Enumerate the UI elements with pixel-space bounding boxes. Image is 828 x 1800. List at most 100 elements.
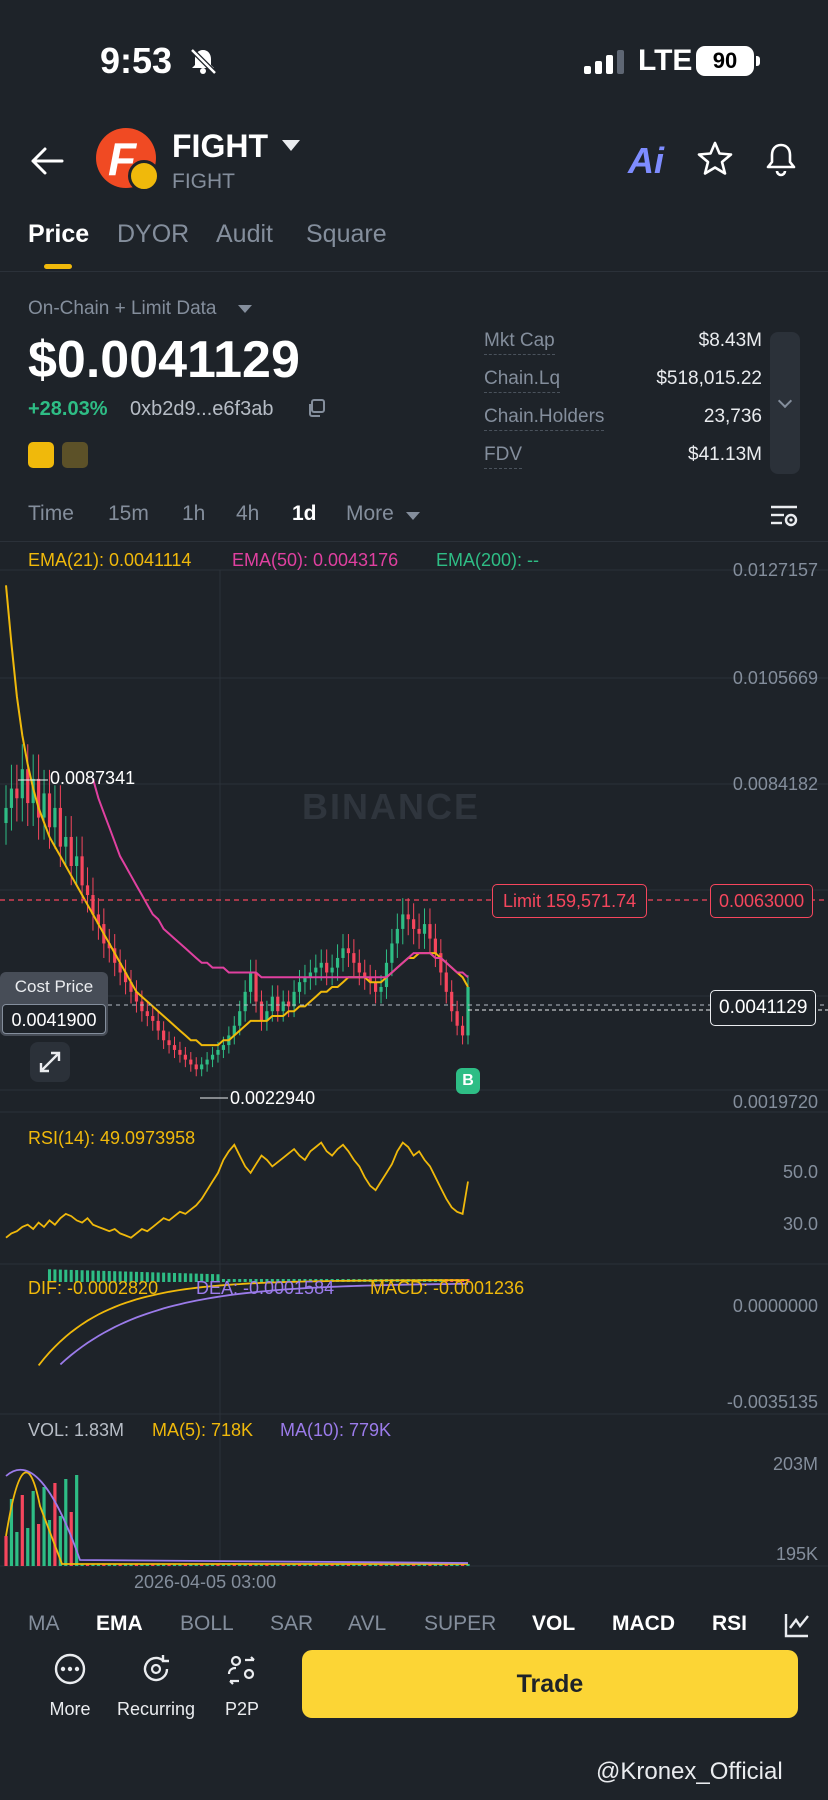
price-chart[interactable] bbox=[0, 542, 828, 1602]
tab-square[interactable]: Square bbox=[306, 220, 387, 249]
candle-body bbox=[140, 1001, 144, 1012]
indicator-tab-boll[interactable]: BOLL bbox=[180, 1612, 234, 1636]
crosshair-date-label: 2026-04-05 03:00 bbox=[134, 1572, 277, 1592]
bottom-p2p-button[interactable]: P2P bbox=[206, 1652, 278, 1720]
candle-body bbox=[151, 1016, 155, 1021]
timeframe-time[interactable]: Time bbox=[28, 502, 74, 526]
timeframe-1d[interactable]: 1d bbox=[292, 502, 317, 526]
data-source-selector[interactable]: On-Chain + Limit Data bbox=[28, 298, 217, 320]
indicator-tab-sar[interactable]: SAR bbox=[270, 1612, 313, 1636]
candle-body bbox=[319, 962, 323, 968]
candle-body bbox=[254, 972, 258, 1002]
candle-body bbox=[314, 967, 318, 973]
low-price-label: 0.0022940 bbox=[230, 1088, 316, 1108]
recurring-icon bbox=[143, 1655, 169, 1682]
indicator-tab-macd[interactable]: MACD bbox=[612, 1612, 675, 1636]
candle-body bbox=[357, 962, 361, 973]
candle-body bbox=[401, 914, 405, 929]
token-name[interactable]: FIGHT bbox=[172, 128, 268, 165]
tab-audit[interactable]: Audit bbox=[216, 220, 273, 249]
candle-body bbox=[162, 1030, 166, 1041]
footer-handle: @Kronex_Official bbox=[596, 1758, 783, 1785]
more-dots-icon bbox=[54, 1653, 86, 1685]
security-badge-icon bbox=[62, 442, 88, 468]
p2p-icon bbox=[227, 1655, 255, 1685]
rsi-tick: 50.0 bbox=[782, 1162, 818, 1182]
indicator-tab-rsi[interactable]: RSI bbox=[712, 1612, 747, 1636]
indicator-tab-ma[interactable]: MA bbox=[28, 1612, 60, 1636]
stats-expand-button[interactable] bbox=[770, 332, 800, 474]
data-source-caret-icon[interactable] bbox=[238, 305, 252, 313]
ma5-legend: MA(5): 718K bbox=[152, 1420, 254, 1440]
binance-watermark: BINANCE bbox=[302, 786, 481, 827]
indicator-tab-ema[interactable]: EMA bbox=[96, 1612, 143, 1636]
bottom-recurring-button[interactable]: Recurring bbox=[112, 1652, 200, 1720]
buy-marker[interactable]: B bbox=[456, 1068, 480, 1094]
limit-order-label[interactable]: Limit 159,571.74 bbox=[492, 884, 648, 918]
trade-button[interactable]: Trade bbox=[302, 1650, 798, 1718]
volume-bar bbox=[20, 1495, 24, 1566]
chevron-down-icon bbox=[777, 393, 793, 409]
token-logo: F bbox=[96, 128, 160, 192]
candle-body bbox=[341, 948, 345, 958]
indicator-tab-vol[interactable]: VOL bbox=[532, 1612, 575, 1636]
timeframe-15m[interactable]: 15m bbox=[108, 502, 149, 526]
cost-price-value: 0.0041900 bbox=[2, 1004, 106, 1034]
macd-histogram-bar bbox=[183, 1273, 187, 1282]
macd-tick: -0.0035135 bbox=[726, 1392, 818, 1412]
back-arrow-icon[interactable] bbox=[30, 146, 64, 176]
more-caret-icon[interactable] bbox=[406, 512, 420, 520]
candle-body bbox=[292, 991, 296, 1007]
notification-bell-icon[interactable] bbox=[762, 140, 800, 178]
indicator-tab-super[interactable]: SUPER bbox=[424, 1612, 496, 1636]
candle-body bbox=[460, 1025, 465, 1036]
stat-row: Chain.Lq $518,015.22 bbox=[484, 368, 762, 406]
tab-price[interactable]: Price bbox=[28, 220, 89, 249]
candle-body bbox=[243, 991, 247, 1012]
candle-body bbox=[221, 1045, 226, 1050]
y-tick: 0.0105669 bbox=[732, 668, 818, 688]
indicator-edit-icon[interactable] bbox=[782, 1610, 812, 1640]
vol-legend: VOL: 1.83M bbox=[28, 1420, 125, 1440]
candle-body bbox=[444, 972, 448, 992]
bottom-more-button[interactable]: More bbox=[34, 1652, 106, 1720]
timeframe-1h[interactable]: 1h bbox=[182, 502, 205, 526]
expand-arrows-icon bbox=[39, 1051, 61, 1073]
candle-body bbox=[156, 1020, 160, 1031]
candle-body bbox=[145, 1011, 149, 1017]
timeframe-4h[interactable]: 4h bbox=[236, 502, 259, 526]
timeframe-more[interactable]: More bbox=[346, 502, 394, 526]
battery-indicator: 90 bbox=[696, 46, 760, 76]
candle-body bbox=[75, 856, 79, 867]
candle-body bbox=[216, 1049, 220, 1055]
token-subname: FIGHT bbox=[172, 170, 235, 193]
page-tabs: Price DYOR Audit Square bbox=[0, 220, 828, 270]
price-change: +28.03% bbox=[28, 398, 108, 420]
high-price-label: 0.0087341 bbox=[50, 768, 136, 788]
stat-value: $41.13M bbox=[688, 444, 762, 465]
status-time: 9:53 bbox=[100, 40, 173, 81]
network-type: LTE bbox=[638, 44, 693, 77]
volume-bar bbox=[37, 1524, 41, 1566]
candle-body bbox=[183, 1054, 187, 1060]
vol-tick: 195K bbox=[775, 1544, 818, 1564]
favorite-star-icon[interactable] bbox=[696, 140, 734, 178]
tab-dyor[interactable]: DYOR bbox=[117, 220, 189, 249]
candle-body bbox=[238, 1011, 242, 1026]
macd-histogram-bar bbox=[167, 1272, 171, 1282]
copy-icon[interactable] bbox=[306, 398, 326, 418]
candle-body bbox=[58, 807, 62, 847]
chart-settings-icon[interactable] bbox=[768, 500, 800, 532]
token-dropdown-caret-icon[interactable] bbox=[282, 140, 300, 151]
candle-body bbox=[390, 943, 394, 963]
fullscreen-button[interactable] bbox=[30, 1042, 70, 1082]
y-tick: 0.0127157 bbox=[732, 560, 818, 580]
rsi-legend: RSI(14): 49.0973958 bbox=[28, 1128, 196, 1148]
candle-body bbox=[172, 1045, 177, 1050]
y-tick: 0.0084182 bbox=[732, 774, 818, 794]
indicator-tab-avl[interactable]: AVL bbox=[348, 1612, 386, 1636]
candle-body bbox=[205, 1059, 209, 1065]
candle-body bbox=[248, 972, 253, 992]
ai-button[interactable]: Ai bbox=[628, 140, 664, 182]
candle-body bbox=[297, 982, 302, 992]
